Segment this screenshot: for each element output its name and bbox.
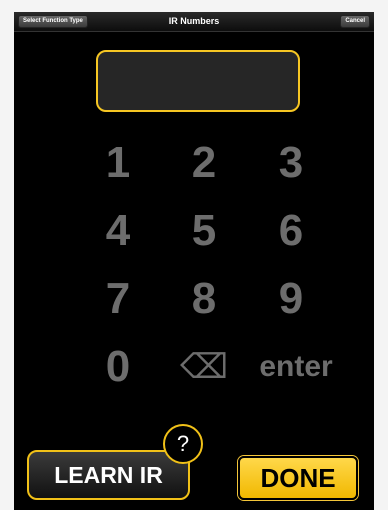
numeric-keypad: 1 2 3 4 5 6 7 8 9 0 ⌫ enter xyxy=(14,136,374,406)
key-6[interactable]: 6 xyxy=(246,204,336,258)
key-2[interactable]: 2 xyxy=(159,136,249,190)
number-display-field[interactable] xyxy=(96,50,300,112)
key-3[interactable]: 3 xyxy=(246,136,336,190)
key-0[interactable]: 0 xyxy=(73,340,163,394)
help-icon[interactable]: ? xyxy=(163,424,203,464)
page-title: IR Numbers xyxy=(168,16,220,26)
enter-button[interactable]: enter xyxy=(236,340,356,394)
cancel-button[interactable]: Cancel xyxy=(340,15,370,28)
key-9[interactable]: 9 xyxy=(246,272,336,326)
ir-numbers-screen: Select Function Type IR Numbers Cancel 1… xyxy=(14,12,374,510)
key-4[interactable]: 4 xyxy=(73,204,163,258)
key-5[interactable]: 5 xyxy=(159,204,249,258)
key-1[interactable]: 1 xyxy=(73,136,163,190)
key-8[interactable]: 8 xyxy=(159,272,249,326)
navigation-bar: Select Function Type IR Numbers Cancel xyxy=(14,12,374,32)
done-button[interactable]: DONE xyxy=(238,456,358,500)
learn-ir-button[interactable]: LEARN IR xyxy=(27,450,190,500)
key-7[interactable]: 7 xyxy=(73,272,163,326)
